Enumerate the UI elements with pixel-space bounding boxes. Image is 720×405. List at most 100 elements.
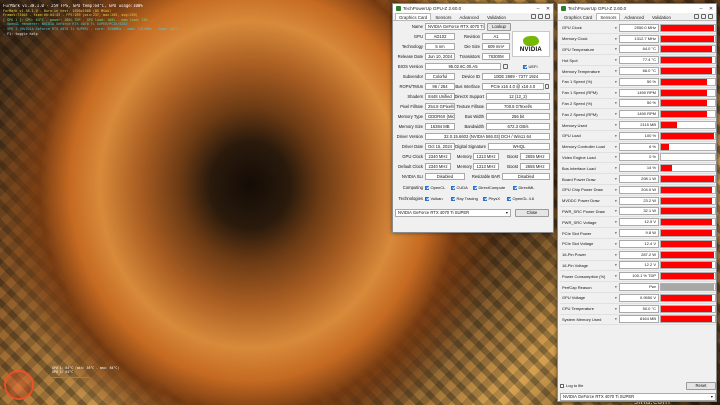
value-driver-version: 32.0.15.6603 (NVIDIA 566.03) DCH / Win11… <box>425 133 550 140</box>
value-memory-type: GDDR6X (Micron) <box>425 113 455 120</box>
sensor-name: Board Power Draw <box>562 176 596 182</box>
label-bios: BIOS Version <box>397 64 423 69</box>
sensor-value: 12.2 V <box>619 261 659 270</box>
sensor-name: Fan 1 Speed (%) <box>562 79 593 85</box>
gpuz-card-window: TechPowerUp GPU-Z 2.60.0 – ✕ Graphics Ca… <box>392 3 554 233</box>
menu-icon[interactable] <box>545 14 550 19</box>
label-computing: Computing <box>402 185 423 190</box>
sensor-name: PWR_SRC Power Draw <box>562 208 605 214</box>
value-subvendor: Colorful <box>425 73 455 80</box>
gpuz-sensors-tabs: Graphics Card Sensors Advanced Validatio… <box>558 13 716 21</box>
sensor-graph-fill <box>661 57 713 64</box>
nvidia-logo: NVIDIA <box>512 31 550 57</box>
furmark-hud: FurMark v1.38.1.0 - 259 FPS, GPU temp:64… <box>3 4 383 36</box>
sensor-gpu-select-value: NVIDIA GeForce RTX 4070 Ti SUPER <box>563 394 635 399</box>
close-icon[interactable]: ✕ <box>706 4 716 13</box>
camera-icon[interactable] <box>531 14 536 19</box>
lookup-button[interactable]: Lookup <box>487 22 511 31</box>
sensor-name: Fan 2 Speed (%) <box>562 100 593 106</box>
sensor-name: PerfCap Reason <box>562 284 592 290</box>
sensor-graph-fill <box>661 219 713 226</box>
sensor-value: Pwr <box>619 283 659 292</box>
close-icon[interactable]: ✕ <box>543 4 553 13</box>
sensor-graph <box>660 293 716 302</box>
sensor-row: GPU Chip Power Draw ▾ 204.0 W <box>560 185 716 196</box>
menu-icon[interactable] <box>708 14 713 19</box>
sensor-row: Fan 1 Speed (%) ▾ 50 % <box>560 77 716 88</box>
sensor-row: MVDDC Power Draw ▾ 23.2 W <box>560 196 716 207</box>
sensor-graph <box>660 77 716 86</box>
sensor-row: Memory Used ▾ 2115 MB <box>560 120 716 131</box>
camera-icon[interactable] <box>694 14 699 19</box>
help-icon[interactable] <box>545 84 549 89</box>
share-icon[interactable] <box>503 64 508 69</box>
sensor-graph <box>660 142 716 151</box>
tab-graphics-card[interactable]: Graphics Card <box>560 13 596 20</box>
window-title: TechPowerUp GPU-Z 2.60.0 <box>568 6 627 11</box>
sensor-row: Bus Interface Load ▾ 14 % <box>560 163 716 175</box>
sensor-value: 66.0 °C <box>619 67 659 76</box>
sensor-row: PWR_SRC Power Draw ▾ 32.1 W <box>560 207 716 218</box>
chevron-down-icon: ▾ <box>710 394 713 399</box>
sensor-name: MVDDC Power Draw <box>562 198 600 204</box>
tab-validation[interactable]: Validation <box>483 13 510 20</box>
gpuz-sensors-titlebar[interactable]: TechPowerUp GPU-Z 2.60.0 – ✕ <box>558 4 716 13</box>
sensor-name: GPU Temperature <box>562 46 595 52</box>
tab-validation[interactable]: Validation <box>648 13 675 20</box>
sensor-graph-fill <box>661 284 714 291</box>
sensor-name: Memory Controller Load <box>562 144 605 150</box>
label-release-date: Release Date <box>397 54 423 59</box>
value-memory-size: 16384 MB <box>425 123 455 130</box>
sensor-name: CPU Temperature <box>562 306 594 312</box>
sensor-row: GPU Load ▾ 100 % <box>560 131 716 142</box>
label-rops: ROPs/TMUs <box>399 84 424 89</box>
tab-advanced[interactable]: Advanced <box>620 13 648 20</box>
sensor-name: Fan 1 Speed (RPM) <box>562 90 598 96</box>
value-default-boost: 2655 MHz <box>520 163 550 170</box>
gpuz-card-titlebar[interactable]: TechPowerUp GPU-Z 2.60.0 – ✕ <box>393 4 553 13</box>
tab-graphics-card[interactable]: Graphics Card <box>395 13 432 20</box>
label-default-memory: Memory <box>456 164 472 169</box>
label-gpu-clock: GPU Clock <box>402 154 423 159</box>
log-to-file-checkbox[interactable]: Log to file <box>560 383 583 388</box>
close-button[interactable]: Close <box>515 209 549 217</box>
sensor-graph <box>660 45 716 54</box>
sensor-row: Memory Temperature ▾ 66.0 °C <box>560 66 716 77</box>
sensor-graph-fill <box>661 143 670 150</box>
sensor-name: 16-Pin Voltage <box>562 262 589 268</box>
gpu-select[interactable]: NVIDIA GeForce RTX 4070 Ti SUPER ▾ <box>395 209 511 217</box>
sensor-value: 23.2 W <box>619 196 659 205</box>
graph-caption-2: GPU 1: 64°C <box>52 370 74 374</box>
sensor-name: GPU Voltage <box>562 295 586 301</box>
sensor-value: 50 % <box>619 99 659 108</box>
tab-sensors[interactable]: Sensors <box>431 13 455 20</box>
reset-button[interactable]: Reset <box>686 381 716 390</box>
label-texture-fillrate: Texture Fillrate <box>456 104 484 109</box>
sensor-gpu-select[interactable]: NVIDIA GeForce RTX 4070 Ti SUPER ▾ <box>560 393 716 401</box>
label-transistors: Transistors <box>459 54 480 59</box>
uefi-checkbox: UEFI <box>523 64 538 69</box>
computing-cuda: CUDA <box>451 185 468 190</box>
gpuz-card-body: Name NVIDIA GeForce RTX 4070 Ti SUPER Lo… <box>393 21 553 232</box>
value-memory-clock: 1313 MHz <box>473 153 499 160</box>
sensor-row: GPU Temperature ▾ 64.0 °C <box>560 45 716 56</box>
sensor-value: 2550.0 MHz <box>619 23 659 32</box>
refresh-icon[interactable] <box>538 14 543 19</box>
sensor-graph-fill <box>661 262 713 269</box>
sensor-value: 100.1 % TDP <box>619 272 659 281</box>
refresh-icon[interactable] <box>701 14 706 19</box>
sensor-value: 6 % <box>619 142 659 151</box>
sensor-graph-fill <box>661 24 714 31</box>
sensor-graph <box>660 56 716 65</box>
value-nvidia-sli: Disabled <box>425 173 465 180</box>
minimize-icon[interactable]: – <box>533 4 543 13</box>
sensor-row: CPU Temperature ▾ 50.0 °C <box>560 304 716 315</box>
value-rops: 96 / 264 <box>425 83 455 90</box>
tab-advanced[interactable]: Advanced <box>455 13 483 20</box>
computing-directcompute: DirectCompute <box>473 185 505 190</box>
minimize-icon[interactable]: – <box>696 4 706 13</box>
tab-sensors[interactable]: Sensors <box>596 13 621 20</box>
value-digital-signature: WHQL <box>488 143 550 150</box>
sensor-graph-fill <box>661 316 713 323</box>
sensor-value: 1490 RPM <box>619 88 659 97</box>
